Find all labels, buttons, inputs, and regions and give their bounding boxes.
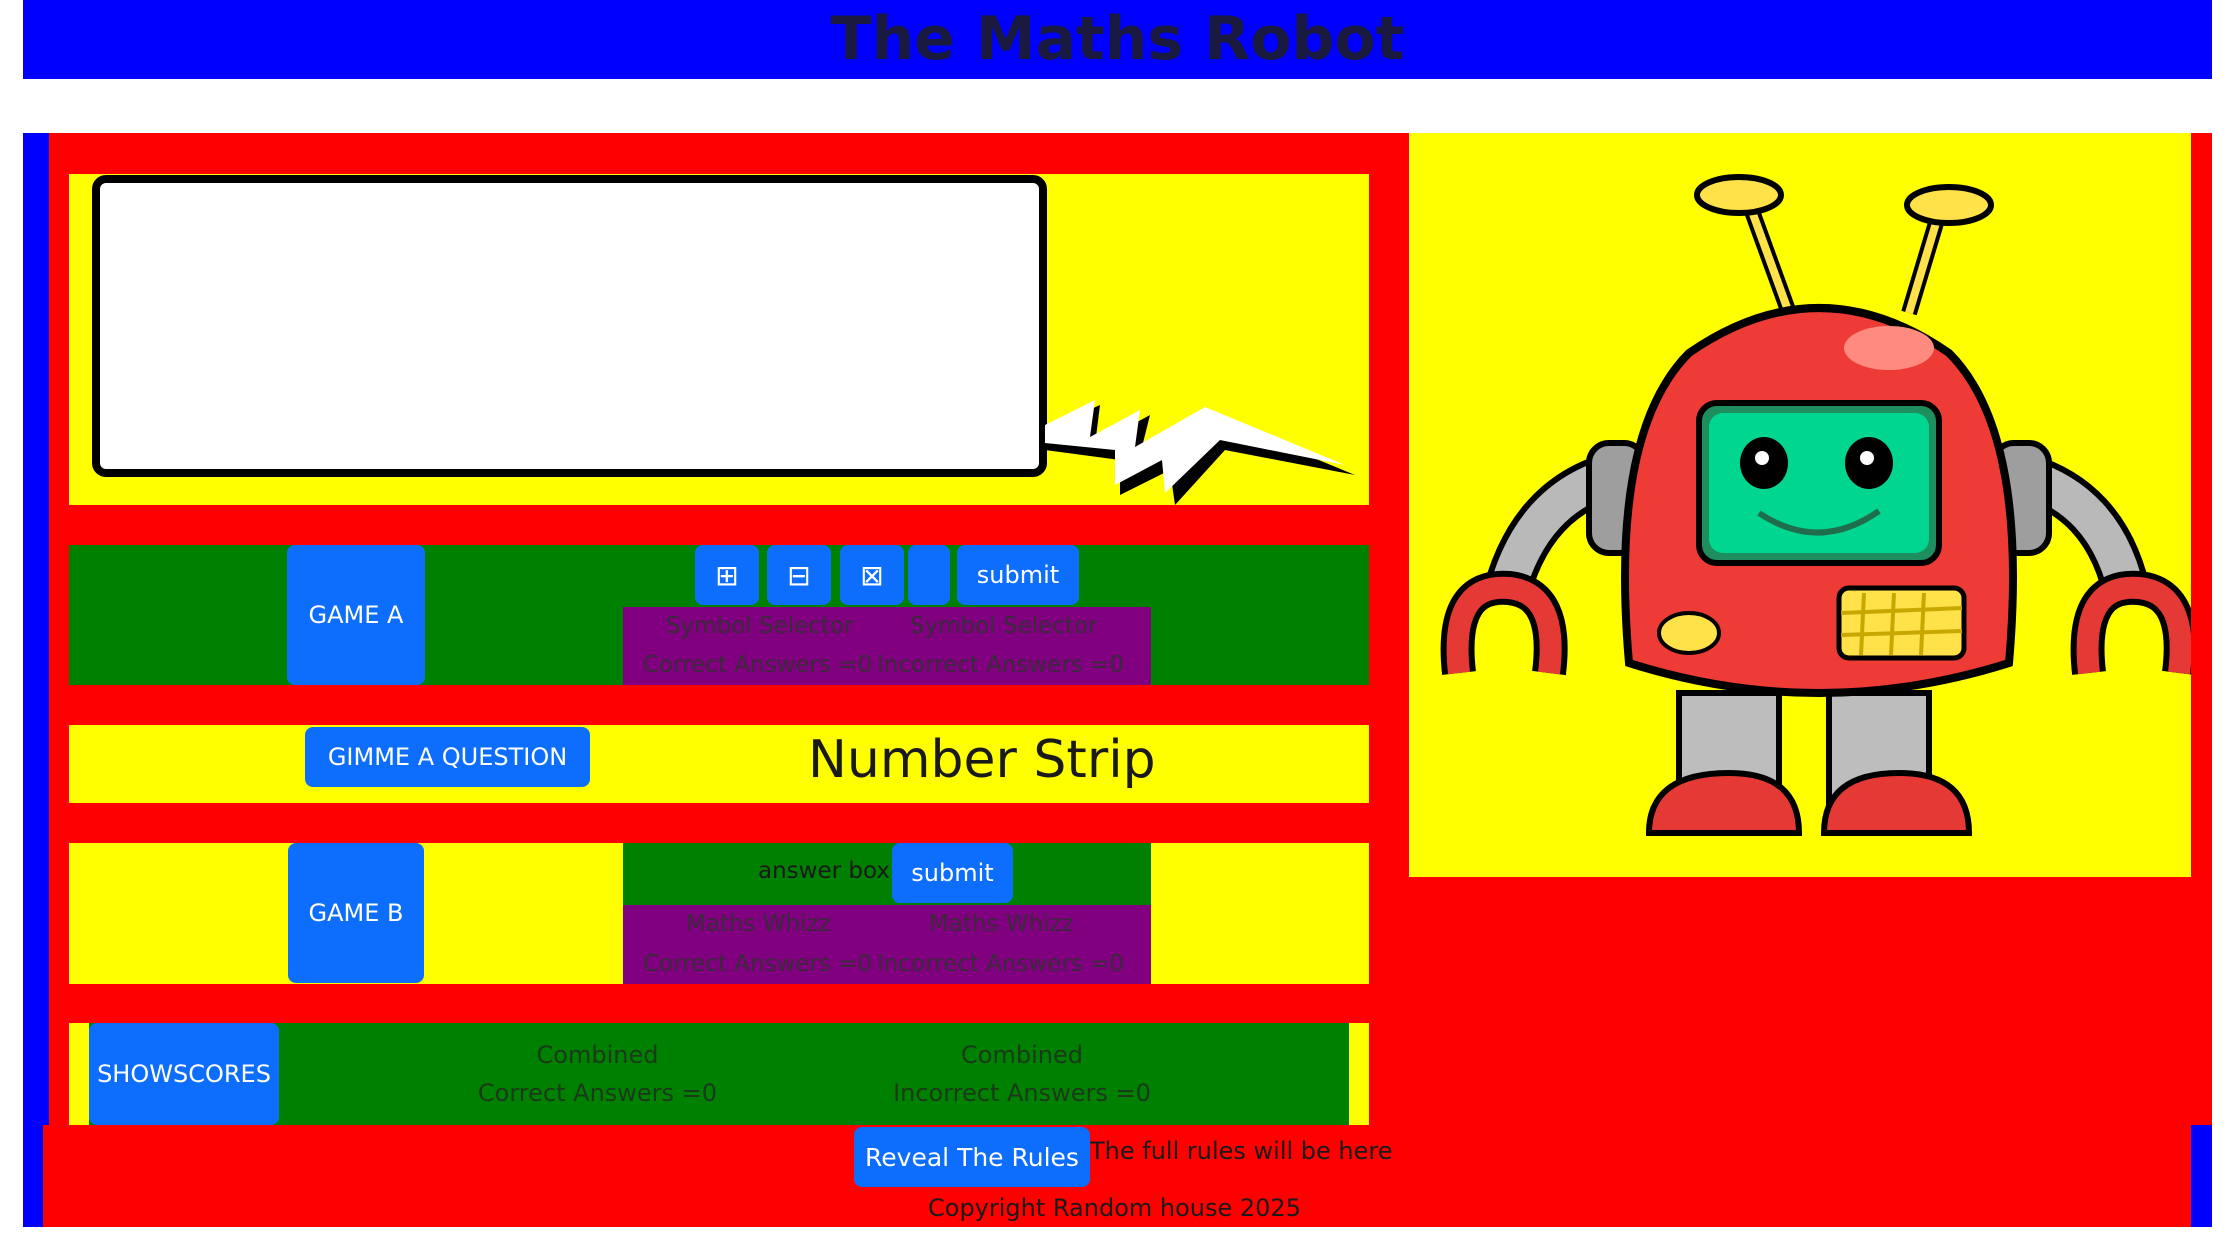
game-b-submit-button[interactable]: submit xyxy=(892,843,1013,903)
game-a-button[interactable]: GAME A xyxy=(287,545,425,685)
game-b-incorrect-label: Incorrect Answers =0 xyxy=(877,951,1125,977)
reveal-rules-button[interactable]: Reveal The Rules xyxy=(854,1127,1090,1187)
plus-square-icon[interactable]: ⊞ xyxy=(695,545,759,605)
game-b-incorrect-title: Maths Whizz xyxy=(929,911,1074,937)
blank-symbol-button[interactable] xyxy=(908,545,950,605)
rules-text: The full rules will be here xyxy=(1090,1137,1393,1165)
game-a-incorrect-label: Incorrect Answers =0 xyxy=(877,652,1125,678)
game-a-correct-title: Symbol Selector xyxy=(666,613,854,639)
times-square-icon[interactable]: ⊠ xyxy=(840,545,904,605)
speech-bubble xyxy=(92,175,1047,477)
robot-icon xyxy=(1440,174,2198,836)
page-title: The Maths Robot xyxy=(830,4,1405,74)
answer-input[interactable]: answer box xyxy=(758,858,890,884)
scores-edge-left xyxy=(69,1023,89,1125)
robot-panel xyxy=(1409,133,2198,877)
scores-edge-right xyxy=(1349,1023,1369,1125)
lightning-bolt-icon xyxy=(1045,400,1355,505)
game-b-correct-label: Correct Answers =0 xyxy=(643,951,873,977)
game-b-button[interactable]: GAME B xyxy=(288,843,424,983)
copyright: Copyright Random house 2025 xyxy=(928,1194,1301,1222)
question-panel xyxy=(69,725,1369,803)
show-scores-button[interactable]: SHOW SCORES xyxy=(89,1023,279,1125)
combined-correct-title: Combined xyxy=(536,1041,659,1069)
minus-square-icon[interactable]: ⊟ xyxy=(767,545,831,605)
combined-correct-label: Correct Answers =0 xyxy=(477,1079,718,1108)
left-border xyxy=(23,133,49,1227)
combined-correct: Combined Correct Answers =0 xyxy=(460,1036,735,1113)
show-scores-line2: SCORES xyxy=(172,1059,271,1088)
header-bar: The Maths Robot xyxy=(23,0,2212,79)
number-strip-label: Number Strip xyxy=(808,730,1156,790)
game-a-incorrect-title: Symbol Selector xyxy=(910,613,1098,639)
show-scores-line1: SHOW xyxy=(97,1059,173,1088)
game-a-correct-label: Correct Answers =0 xyxy=(643,652,873,678)
gimme-question-button[interactable]: GIMME A QUESTION xyxy=(305,727,590,787)
game-b-correct-title: Maths Whizz xyxy=(686,911,831,937)
combined-incorrect: Combined Incorrect Answers =0 xyxy=(877,1036,1167,1113)
combined-incorrect-title: Combined xyxy=(961,1041,1083,1069)
combined-incorrect-label: Incorrect Answers =0 xyxy=(893,1079,1151,1108)
game-a-submit-button[interactable]: submit xyxy=(957,545,1079,605)
